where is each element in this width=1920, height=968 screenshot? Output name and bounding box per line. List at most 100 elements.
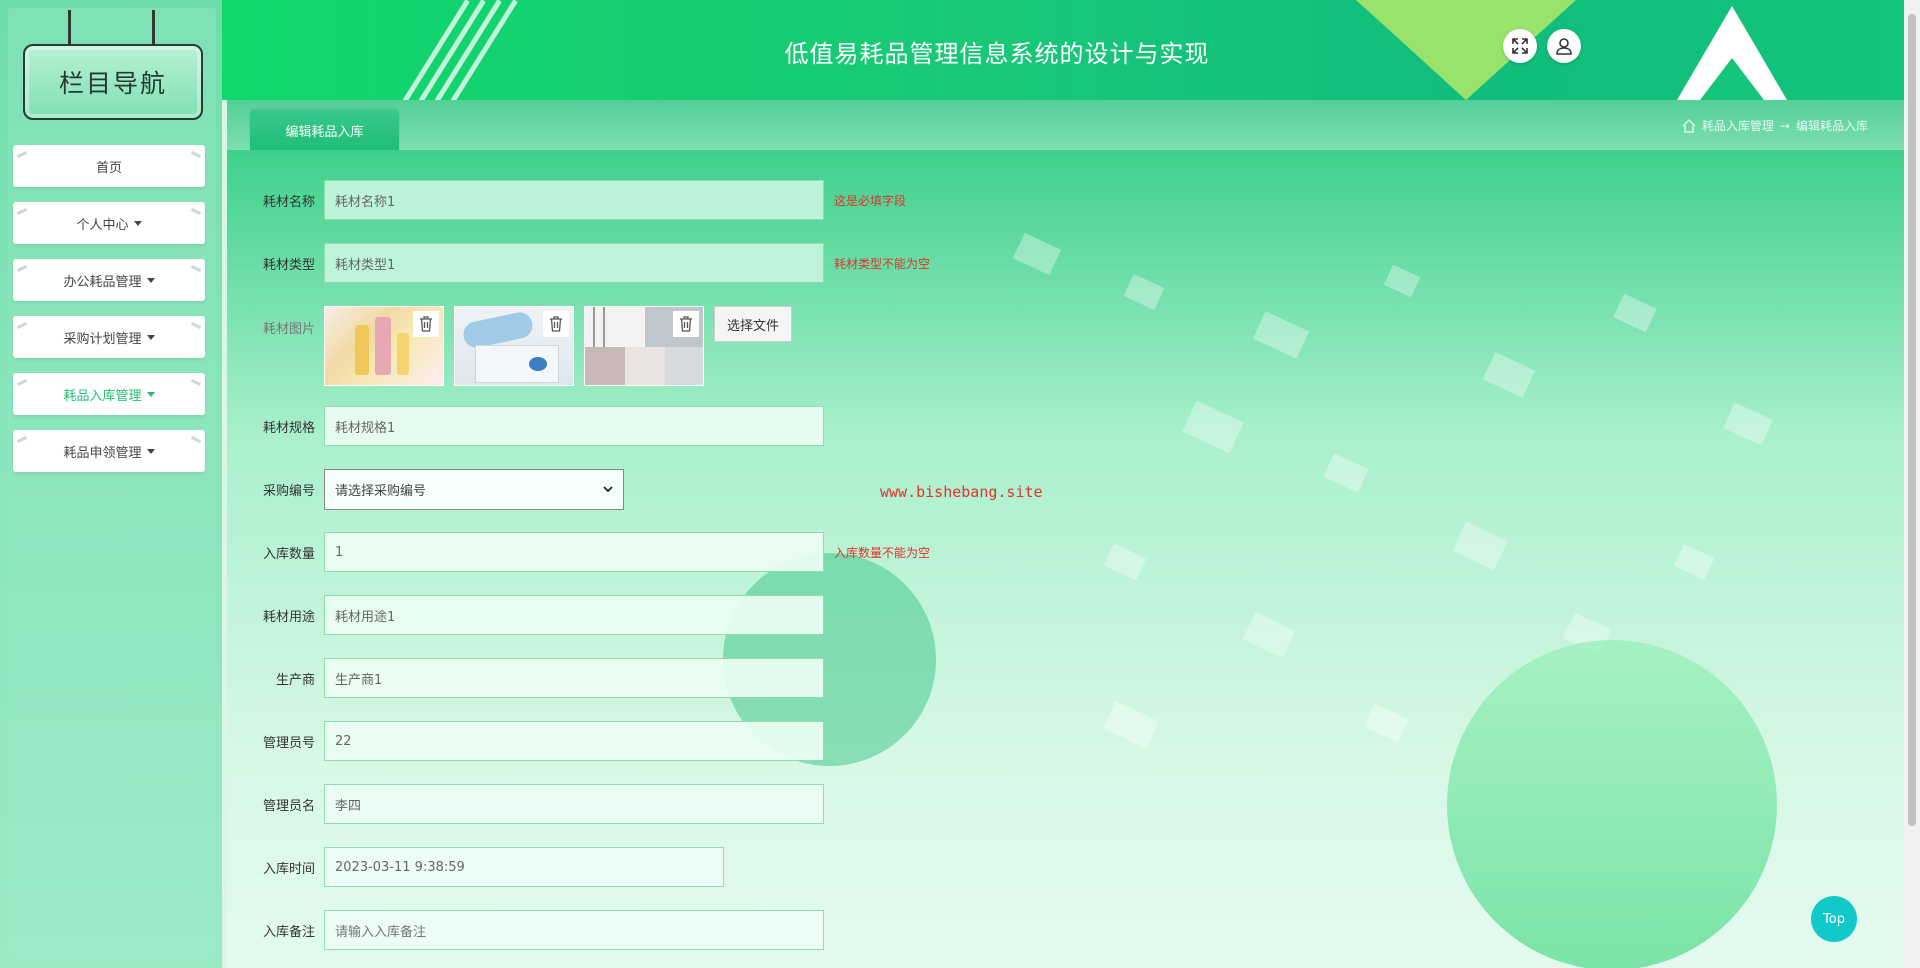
- error-message: 这是必填字段: [834, 193, 907, 208]
- spec-input[interactable]: 耗材规格1: [324, 406, 824, 446]
- header: 低值易耗品管理信息系统的设计与实现: [222, 0, 1904, 100]
- form-row-admin-name: 管理员名 李四: [227, 784, 824, 824]
- sidebar-item-label: 耗品入库管理: [63, 388, 142, 404]
- field-label: 管理员号: [262, 735, 315, 751]
- chevron-down-icon: [603, 485, 613, 492]
- select-value: 请选择采购编号: [335, 483, 427, 499]
- background-decoration: [1182, 400, 1244, 454]
- form-row-time: 入库时间 2023-03-11 9:38:59: [227, 847, 724, 887]
- background-decoration: [1613, 293, 1657, 333]
- image-thumbnail[interactable]: [454, 306, 574, 386]
- form-row-type: 耗材类型 耗材类型1 耗材类型不能为空: [227, 243, 930, 283]
- type-input[interactable]: 耗材类型1: [324, 243, 824, 283]
- background-decoration: [1673, 543, 1715, 581]
- qty-input[interactable]: 1: [324, 532, 824, 572]
- user-button[interactable]: [1547, 29, 1581, 63]
- page-scrollbar[interactable]: [1904, 0, 1920, 968]
- sidebar-item-label: 耗品申领管理: [63, 445, 142, 461]
- form-row-qty: 入库数量 1 入库数量不能为空: [227, 532, 930, 572]
- background-decoration: [1012, 232, 1062, 276]
- field-label: 管理员名: [262, 798, 315, 814]
- field-label: 耗材名称: [262, 194, 315, 210]
- purchase-no-select[interactable]: 请选择采购编号: [324, 468, 624, 510]
- caret-down-icon: [146, 448, 155, 454]
- background-decoration: [1252, 311, 1310, 359]
- maker-input[interactable]: 生产商1: [324, 658, 824, 698]
- field-label: 生产商: [275, 672, 315, 688]
- sidebar-item-requisition[interactable]: 耗品申领管理: [13, 430, 205, 472]
- background-decoration: [1383, 264, 1421, 298]
- main-content: 耗材名称 耗材名称1 这是必填字段 耗材类型 耗材类型1 耗材类型不能为空 耗材…: [227, 150, 1904, 968]
- form-row-remark: 入库备注 请输入入库备注: [227, 910, 824, 950]
- home-icon: [1682, 118, 1696, 133]
- background-decoration: [1102, 701, 1160, 749]
- sidebar-title: 栏目导航: [23, 44, 203, 120]
- sidebar-item-label: 个人中心: [76, 217, 129, 233]
- delete-image-button[interactable]: [673, 311, 699, 337]
- image-thumbnail[interactable]: [584, 306, 704, 386]
- caret-down-icon: [146, 277, 155, 283]
- trash-icon: [680, 316, 692, 332]
- trash-icon: [550, 316, 562, 332]
- field-label: 采购编号: [262, 483, 315, 499]
- back-to-top-button[interactable]: Top: [1811, 896, 1857, 942]
- fullscreen-button[interactable]: [1503, 29, 1537, 63]
- form-row-purchase-no: 采购编号 请选择采购编号: [227, 468, 624, 510]
- field-label: 耗材类型: [262, 257, 315, 273]
- trash-icon: [420, 316, 432, 332]
- user-icon: [1556, 38, 1572, 55]
- form-row-admin-no: 管理员号 22: [227, 721, 824, 761]
- sidebar-item-purchase-plan[interactable]: 采购计划管理: [13, 316, 205, 358]
- usage-input[interactable]: 耗材用途1: [324, 595, 824, 635]
- site-title-text: 低值易耗品管理信息系统的设计与实现: [784, 40, 1210, 68]
- background-decoration: [1123, 273, 1165, 311]
- background-decoration: [1363, 703, 1409, 743]
- tab-edit-stock-in[interactable]: 编辑耗品入库: [250, 110, 399, 150]
- field-label: 耗材规格: [262, 420, 315, 436]
- hang-string-right: [152, 10, 155, 46]
- caret-down-icon: [146, 391, 155, 397]
- background-decoration: [1103, 543, 1147, 581]
- admin-name-input[interactable]: 李四: [324, 784, 824, 824]
- admin-no-input[interactable]: 22: [324, 721, 824, 761]
- sidebar-item-office-supplies[interactable]: 办公耗品管理: [13, 259, 205, 301]
- form-row-name: 耗材名称 耗材名称1 这是必填字段: [227, 180, 906, 220]
- breadcrumb: 耗品入库管理 → 编辑耗品入库: [1682, 117, 1868, 134]
- error-message: 入库数量不能为空: [834, 545, 931, 560]
- sidebar-item-home[interactable]: 首页: [13, 145, 205, 187]
- sidebar-item-label: 首页: [95, 160, 122, 176]
- tab-bar: 编辑耗品入库 耗品入库管理 → 编辑耗品入库: [227, 100, 1904, 150]
- form-row-spec: 耗材规格 耗材规格1: [227, 406, 824, 446]
- site-title: 低值易耗品管理信息系统的设计与实现: [222, 34, 1904, 69]
- field-label: 入库数量: [262, 546, 315, 562]
- hang-string-left: [68, 10, 71, 46]
- image-thumbnail[interactable]: [324, 306, 444, 386]
- scrollbar-thumb[interactable]: [1908, 14, 1916, 826]
- form-row-usage: 耗材用途 耗材用途1: [227, 595, 824, 635]
- name-input[interactable]: 耗材名称1: [324, 180, 824, 220]
- sidebar-item-label: 采购计划管理: [63, 331, 142, 347]
- background-decoration: [1323, 453, 1369, 493]
- time-input[interactable]: 2023-03-11 9:38:59: [324, 847, 724, 887]
- remark-input[interactable]: 请输入入库备注: [324, 910, 824, 950]
- caret-down-icon: [146, 334, 155, 340]
- watermark: www.bishebang.site: [880, 483, 1043, 501]
- sidebar-item-profile[interactable]: 个人中心: [13, 202, 205, 244]
- background-decoration: [1242, 612, 1296, 658]
- form-row-images: 耗材图片 选择文件: [227, 306, 793, 386]
- breadcrumb-item[interactable]: 耗品入库管理: [1702, 117, 1774, 134]
- field-label: 入库时间: [262, 861, 315, 877]
- form-row-maker: 生产商 生产商1: [227, 658, 824, 698]
- expand-icon: [1512, 38, 1528, 54]
- field-label: 入库备注: [262, 924, 315, 940]
- sidebar-item-stock-in[interactable]: 耗品入库管理: [13, 373, 205, 415]
- delete-image-button[interactable]: [543, 311, 569, 337]
- background-decoration: [1723, 402, 1773, 446]
- field-label: 耗材用途: [262, 609, 315, 625]
- delete-image-button[interactable]: [413, 311, 439, 337]
- choose-file-button[interactable]: 选择文件: [714, 306, 793, 342]
- sidebar-item-label: 办公耗品管理: [63, 274, 142, 290]
- breadcrumb-item: 编辑耗品入库: [1795, 119, 1868, 133]
- sidebar: 栏目导航 首页 个人中心 办公耗品管理 采购计划管理 耗品入库管理 耗品申领管理: [0, 0, 222, 968]
- field-label: 耗材图片: [262, 322, 315, 337]
